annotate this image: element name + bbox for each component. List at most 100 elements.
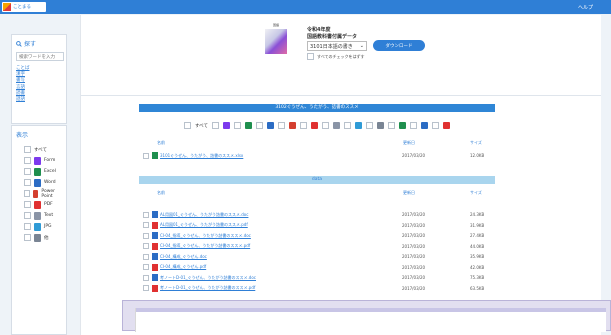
file-date: 2017/03/20	[402, 153, 426, 158]
filter-checkbox[interactable]	[24, 212, 31, 219]
file-size: 35.9KB	[470, 254, 485, 259]
type-checkbox[interactable]	[388, 122, 395, 129]
file-size: 75.3KB	[470, 275, 485, 280]
file-type-icon	[377, 122, 384, 129]
file-type-icon	[32, 189, 39, 198]
file-type-icon	[399, 122, 406, 129]
file-icon	[152, 242, 158, 250]
search-link[interactable]: 話語	[16, 97, 62, 103]
overlay-inner	[135, 308, 606, 332]
overlay-strip	[136, 308, 606, 312]
file-date: 2017/03/20	[402, 254, 426, 259]
title-line-2: 国語教科書付属データ	[307, 34, 358, 40]
app-logo[interactable]: ことまる	[2, 2, 46, 12]
type-checkbox[interactable]	[410, 122, 417, 129]
file-checkbox[interactable]	[143, 243, 149, 249]
col-date-1: 更新日	[403, 140, 415, 145]
filter-checkbox[interactable]	[24, 234, 31, 241]
type-checkbox[interactable]	[344, 122, 351, 129]
download-button[interactable]: ダウンロード	[373, 40, 425, 51]
filter-label: Excel	[44, 169, 56, 174]
file-checkbox[interactable]	[143, 152, 149, 159]
file-type-icon	[355, 122, 362, 129]
main-content: 国語 令和4年度 国語教科書付属データ 3101日本語の書き ⌄ ダウンロード …	[80, 15, 601, 335]
file-checkbox[interactable]	[143, 211, 149, 218]
type-checkbox[interactable]	[366, 122, 373, 129]
filter-checkbox[interactable]	[24, 157, 31, 164]
file-size: 44.0KB	[470, 243, 485, 249]
file-checkbox[interactable]	[143, 232, 149, 239]
filter-item[interactable]: Form	[24, 156, 62, 165]
file-type-icon	[34, 156, 41, 165]
type-checkbox[interactable]	[212, 122, 219, 129]
type-checkbox[interactable]	[432, 122, 439, 129]
file-type-icon	[267, 122, 274, 129]
file-row: CI-04_指導_ぐうぜん、うたがう詰書のススメ.pdf 2017/03/20 44…	[143, 242, 493, 250]
file-checkbox[interactable]	[143, 264, 149, 270]
file-checkbox[interactable]	[143, 274, 149, 281]
col-size-1: サイズ	[470, 140, 482, 145]
col-name-2: 名前	[157, 190, 165, 195]
filter-checkbox[interactable]	[24, 201, 31, 208]
file-checkbox[interactable]	[143, 253, 149, 260]
file-name-link[interactable]: CI-04_指導_ぐうぜん、うたがう詰書のススメ.doc	[160, 233, 360, 239]
file-size: 63.5KB	[470, 285, 485, 291]
filter-list: すべて Form Excel Word Power Point PDF Text JPG 他	[16, 145, 62, 242]
type-checkbox[interactable]	[234, 122, 241, 129]
file-size: 12.0KB	[470, 153, 485, 158]
file-checkbox[interactable]	[143, 285, 149, 291]
filter-panel: 表示 すべて Form Excel Word Power Point PDF Text JPG…	[11, 125, 67, 335]
check-all-checkbox[interactable]	[307, 53, 314, 60]
filter-item[interactable]: JPG	[24, 222, 62, 231]
filter-label: JPG	[44, 224, 52, 229]
filter-checkbox[interactable]	[24, 190, 30, 197]
file-checkbox[interactable]	[143, 222, 149, 228]
file-name-link[interactable]: AL用図01_ぐうぜん、うたがう詰書のススメ.doc	[160, 212, 360, 218]
file-name-link[interactable]: CI-04_構成_ぐうぜん.doc	[160, 254, 360, 260]
file-type-icon	[443, 122, 450, 129]
type-all-checkbox[interactable]	[183, 122, 191, 129]
book-cover: 国語	[265, 23, 287, 54]
search-input[interactable]	[16, 52, 64, 61]
file-row: AL用図01_ぐうぜん、うたがう詰書のススメ.pdf 2017/03/20 31.9…	[143, 221, 493, 229]
filter-checkbox[interactable]	[24, 168, 31, 175]
search-title: 探す	[16, 39, 62, 48]
filter-item[interactable]: PDF	[24, 200, 62, 209]
check-all-toggle[interactable]: すべてのチェックをはずす	[307, 53, 365, 60]
filter-checkbox[interactable]	[24, 146, 31, 153]
file-name-link[interactable]: CI-04_構成_ぐうぜん.pdf	[160, 264, 360, 270]
file-name-link[interactable]: 3101ぐうぜん、うたがう、詰書のススメ.xlsx	[160, 153, 360, 159]
filter-item[interactable]: 他	[24, 233, 62, 242]
type-checkbox[interactable]	[256, 122, 263, 129]
type-checkbox[interactable]	[300, 122, 307, 129]
file-size: 31.9KB	[470, 222, 485, 228]
filter-item[interactable]: Power Point	[24, 189, 62, 199]
file-name-link[interactable]: 考ノートD-01_ぐうぜん、うたがう詰書のススメ.doc	[160, 275, 360, 281]
file-icon	[152, 253, 158, 260]
filter-title: 表示	[16, 132, 29, 139]
filter-item[interactable]: すべて	[24, 145, 62, 154]
file-name-link[interactable]: AL用図01_ぐうぜん、うたがう詰書のススメ.pdf	[160, 222, 360, 228]
type-filter-row: すべて	[147, 122, 487, 129]
file-type-icon	[34, 222, 41, 231]
type-checkbox[interactable]	[278, 122, 285, 129]
title-line-1: 令和4年度	[307, 27, 331, 33]
book-select[interactable]: 3101日本語の書き ⌄	[307, 41, 367, 51]
filter-item[interactable]: Word	[24, 178, 62, 187]
filter-item[interactable]: Excel	[24, 167, 62, 176]
help-link[interactable]: ヘルプ	[578, 4, 593, 11]
file-icon	[152, 263, 158, 271]
file-date: 2017/03/20	[402, 243, 426, 249]
file-type-icon	[223, 122, 230, 129]
file-row: AL用図01_ぐうぜん、うたがう詰書のススメ.doc 2017/03/20 24.3…	[143, 211, 493, 218]
check-all-label: すべてのチェックをはずす	[317, 53, 365, 59]
file-name-link[interactable]: CI-04_指導_ぐうぜん、うたがう詰書のススメ.pdf	[160, 243, 360, 249]
section-1-header: 3102ぐうぜん、うたがう、詰書のススメ	[139, 104, 495, 112]
filter-label: Form	[44, 158, 56, 163]
filter-checkbox[interactable]	[24, 179, 31, 186]
type-checkbox[interactable]	[322, 122, 329, 129]
file-name-link[interactable]: 考ノートD-01_ぐうぜん、うたがう詰書のススメ.pdf	[160, 285, 360, 291]
section-2-header: data	[139, 176, 495, 184]
filter-checkbox[interactable]	[24, 223, 31, 230]
filter-item[interactable]: Text	[24, 211, 62, 220]
